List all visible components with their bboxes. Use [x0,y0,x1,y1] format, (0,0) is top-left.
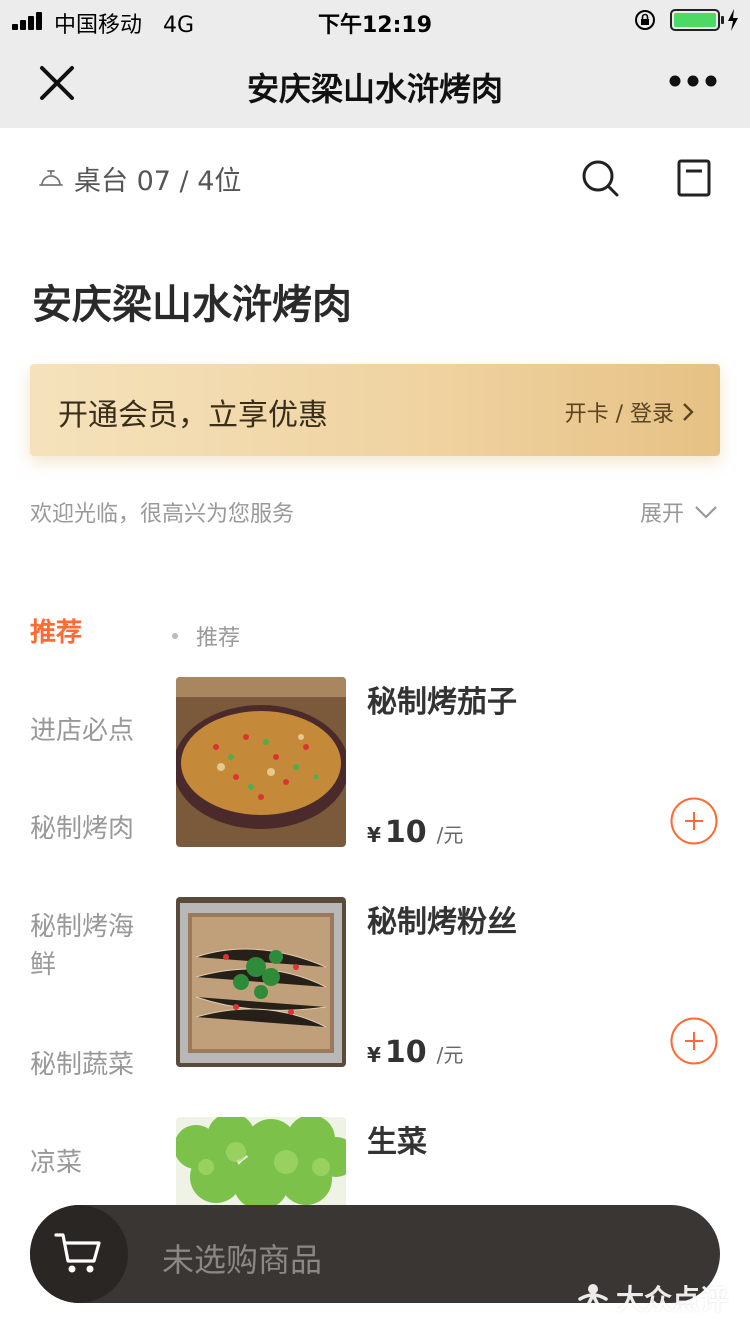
product-name: 生菜 [367,1125,427,1160]
add-to-cart-button[interactable] [670,797,718,845]
nav-title: 安庆梁山水浒烤肉 [246,70,503,108]
eggplant-image [176,677,346,847]
member-text: 开通会员，立享优惠 [58,398,328,433]
service-bell-icon [39,170,63,186]
dianping-logo-icon [578,1284,608,1313]
product-item[interactable]: 秘制烤粉丝 ¥ 10 /元 [176,897,720,1070]
watermark: 大众点评 [576,1278,728,1318]
section-header: 推荐 [172,620,240,652]
category-recommend[interactable]: 推荐 [30,614,150,652]
add-to-cart-button[interactable] [670,1017,718,1065]
category-cold-dishes[interactable]: 凉菜 [30,1144,150,1182]
search-icon[interactable] [580,158,620,198]
status-bar: 中国移动 4G 下午12:19 [0,0,750,40]
rotation-lock-icon [635,10,655,30]
table-info: 桌台 07 / 4位 [38,158,241,198]
member-banner[interactable]: 开通会员，立享优惠 开卡 / 登录 [30,364,720,456]
product-name: 秘制烤茄子 [367,685,517,720]
category-must-order[interactable]: 进店必点 [30,712,150,750]
chevron-down-icon [695,506,717,519]
battery-icon [670,9,720,31]
category-vegetables[interactable]: 秘制蔬菜 [30,1046,150,1084]
order-list-icon[interactable] [676,158,712,198]
category-grilled-seafood[interactable]: 秘制烤海鲜 [30,908,150,984]
vermicelli-image [176,897,346,1067]
cart-button[interactable] [30,1205,128,1303]
expand-button[interactable]: 展开 [640,496,718,528]
shop-name: 安庆梁山水浒烤肉 [32,282,352,328]
more-icon[interactable] [668,74,718,88]
cart-status-text: 未选购商品 [162,1241,323,1279]
table-label: 桌台 07 / 4位 [74,165,242,197]
nav-bar: 安庆梁山水浒烤肉 [0,40,750,128]
product-item[interactable]: 秘制烤茄子 ¥ 10 /元 [176,677,720,850]
member-link[interactable]: 开卡 / 登录 [565,396,694,428]
category-grilled-meat[interactable]: 秘制烤肉 [30,810,150,848]
chevron-right-icon [683,403,694,421]
welcome-text: 欢迎光临，很高兴为您服务 [30,502,295,527]
product-name: 秘制烤粉丝 [367,905,517,940]
charging-icon [728,9,738,31]
product-price: ¥ 10 /元 [367,1035,464,1070]
shopping-cart-icon [54,1233,101,1273]
product-price: ¥ 10 /元 [367,815,464,850]
